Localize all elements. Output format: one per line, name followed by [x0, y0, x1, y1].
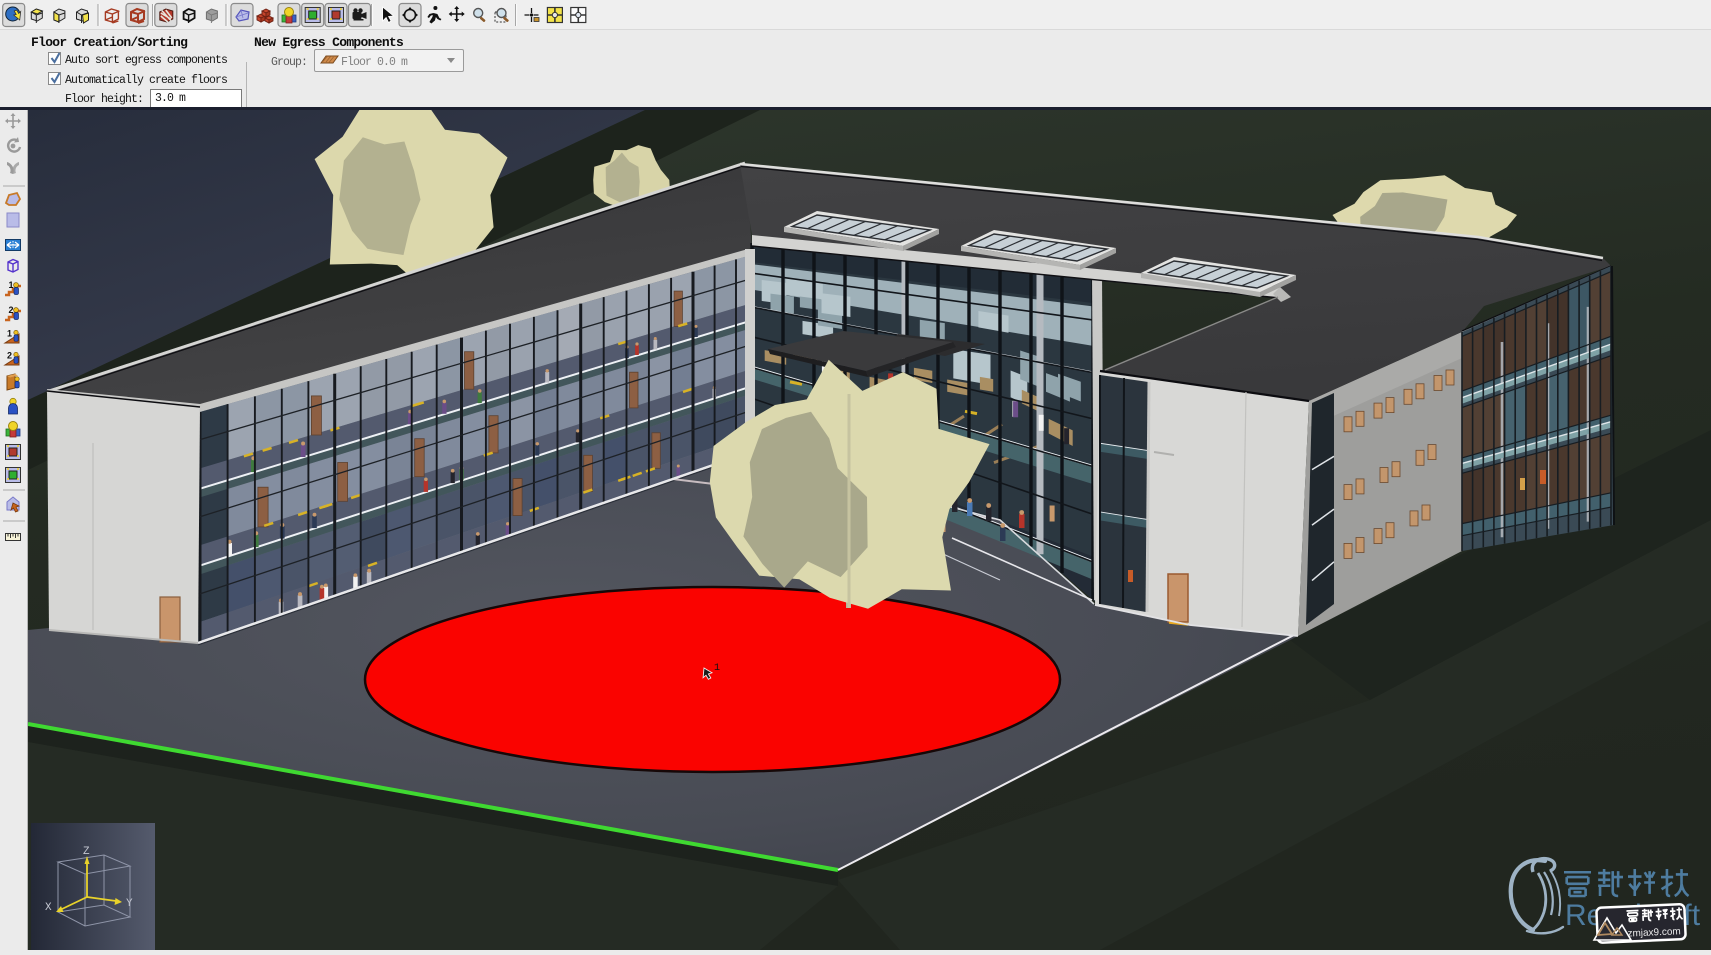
- svg-text:1: 1: [714, 663, 720, 674]
- svg-text:Z: Z: [83, 846, 90, 858]
- svg-text:zmjax9.com: zmjax9.com: [1627, 926, 1681, 939]
- svg-text:Y: Y: [126, 898, 133, 910]
- svg-text:1: 1: [7, 329, 12, 339]
- svg-text:2: 2: [7, 351, 12, 361]
- svg-text:Floor 0.0 m: Floor 0.0 m: [341, 56, 408, 69]
- svg-text:2: 2: [9, 305, 14, 315]
- svg-text:X: X: [45, 902, 52, 914]
- svg-text:1: 1: [9, 280, 14, 290]
